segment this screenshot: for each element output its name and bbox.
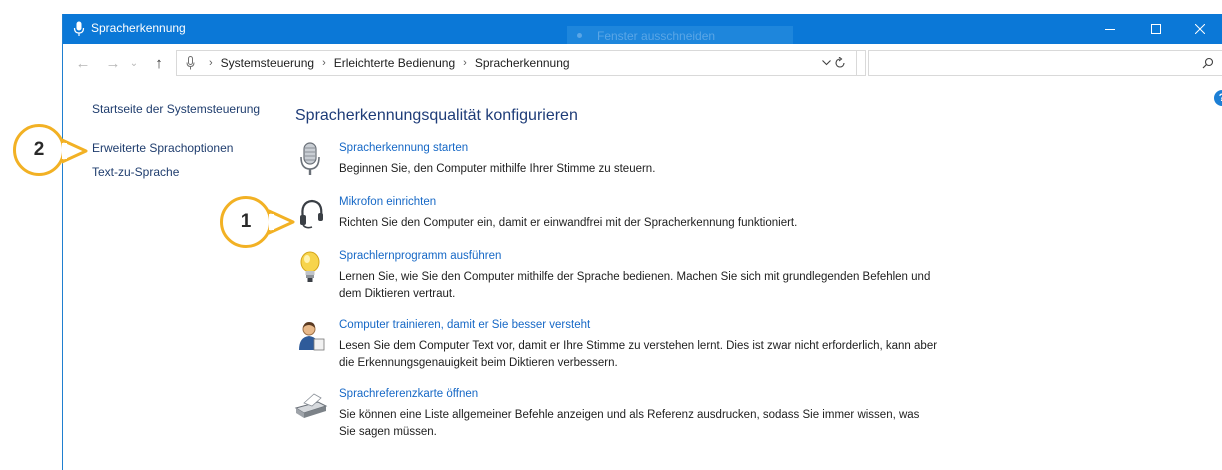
task-link-run-speech-tutorial[interactable]: Sprachlernprogramm ausführen xyxy=(339,250,501,262)
up-button[interactable]: ↑ xyxy=(149,54,169,74)
breadcrumb-item[interactable]: Spracherkennung xyxy=(475,56,570,70)
sidebar-item-control-panel-home[interactable]: Startseite der Systemsteuerung xyxy=(92,101,260,117)
search-icon xyxy=(1202,57,1214,69)
sidebar-item-text-to-speech[interactable]: Text-zu-Sprache xyxy=(92,164,179,180)
task-link-start-speech-recognition[interactable]: Spracherkennung starten xyxy=(339,142,468,154)
refresh-icon xyxy=(834,57,845,68)
window-title: Spracherkennung xyxy=(91,21,186,35)
ghost-tooltip: Fenster ausschneiden xyxy=(567,26,793,46)
chevron-down-icon: ⌄ xyxy=(129,58,139,69)
refresh-button[interactable] xyxy=(823,50,857,76)
breadcrumb: › Systemsteuerung › Erleichterte Bedienu… xyxy=(201,51,570,75)
sidebar-item-advanced-speech-options[interactable]: Erweiterte Sprachoptionen xyxy=(92,140,233,156)
breadcrumb-item[interactable]: Systemsteuerung xyxy=(221,56,314,70)
address-bar[interactable]: › Systemsteuerung › Erleichterte Bedienu… xyxy=(176,50,866,76)
close-icon xyxy=(1195,24,1205,34)
printer-icon xyxy=(294,393,328,418)
callout-badge: 1 xyxy=(220,196,272,248)
microphone-icon xyxy=(300,142,320,175)
back-button[interactable]: ← xyxy=(73,54,93,74)
maximize-button[interactable] xyxy=(1133,14,1179,44)
maximize-icon xyxy=(1151,24,1161,34)
callout-pointer xyxy=(269,209,295,235)
help-button[interactable]: ? xyxy=(1214,90,1222,106)
title-bar: Spracherkennung Fenster ausschneiden xyxy=(63,14,1222,46)
breadcrumb-item[interactable]: Erleichterte Bedienung xyxy=(334,56,455,70)
callout-pointer xyxy=(62,138,88,164)
forward-arrow-icon: → xyxy=(105,55,121,72)
desktop-background xyxy=(0,0,1222,10)
task-description: Sie können eine Liste allgemeiner Befehl… xyxy=(339,409,920,438)
user-train-icon xyxy=(299,322,325,351)
lightbulb-icon xyxy=(300,251,320,282)
search-input[interactable] xyxy=(868,50,1222,76)
task-link-train-computer[interactable]: Computer trainieren, damit er Sie besser… xyxy=(339,319,590,331)
breadcrumb-separator-icon: › xyxy=(322,57,326,69)
breadcrumb-separator-icon: › xyxy=(209,57,213,69)
task-description: Lesen Sie dem Computer Text vor, damit e… xyxy=(339,340,938,369)
minimize-icon xyxy=(1105,29,1115,30)
address-row: ← → ⌄ ↑ › Systemsteuerung › Erleichterte… xyxy=(63,44,1222,84)
page-title: Spracherkennungsqualität konfigurieren xyxy=(295,107,578,124)
up-arrow-icon: ↑ xyxy=(155,55,163,72)
breadcrumb-separator-icon: › xyxy=(463,57,467,69)
back-arrow-icon: ← xyxy=(75,55,91,72)
task-description: Richten Sie den Computer ein, damit er e… xyxy=(339,217,798,229)
task-description: Lernen Sie, wie Sie den Computer mithilf… xyxy=(339,271,931,300)
minimize-button[interactable] xyxy=(1087,14,1133,44)
microphone-icon xyxy=(186,56,195,70)
help-icon: ? xyxy=(1219,92,1222,104)
recent-locations-button[interactable]: ⌄ xyxy=(127,54,141,74)
close-button[interactable] xyxy=(1177,14,1222,44)
microphone-icon xyxy=(73,21,85,36)
task-link-open-reference-card[interactable]: Sprachreferenzkarte öffnen xyxy=(339,388,478,400)
task-description: Beginnen Sie, den Computer mithilfe Ihre… xyxy=(339,163,656,175)
forward-button[interactable]: → xyxy=(103,54,123,74)
callout-badge: 2 xyxy=(13,124,65,176)
task-link-setup-microphone[interactable]: Mikrofon einrichten xyxy=(339,196,436,208)
